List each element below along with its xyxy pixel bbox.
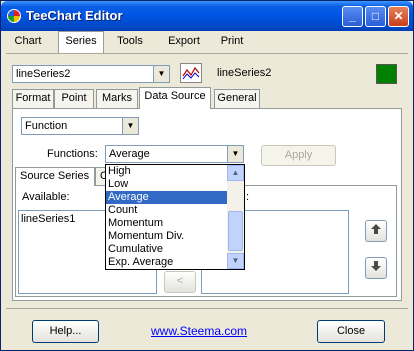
tab-source-series[interactable]: Source Series (15, 167, 95, 186)
chevron-down-icon[interactable]: ▼ (153, 66, 169, 82)
tab-chart[interactable]: Chart (8, 32, 48, 52)
tabs-divider (6, 53, 408, 54)
series-select-value: lineSeries2 (16, 68, 71, 80)
dropdown-item-momentum-div[interactable]: Momentum Div. (106, 230, 228, 243)
data-source-type-select[interactable]: Function ▼ (21, 117, 139, 135)
apply-button[interactable]: Apply (261, 145, 336, 166)
tab-export[interactable]: Export (162, 32, 206, 52)
move-up-button[interactable] (365, 220, 387, 242)
functions-select-value: Average (109, 148, 150, 160)
series-name-label: lineSeries2 (217, 67, 272, 79)
teechart-app-icon (7, 9, 21, 23)
dropdown-item-high[interactable]: High (106, 165, 228, 178)
teechart-editor-window: TeeChart Editor _ □ ✕ Chart Series Tools… (0, 0, 414, 351)
series-select[interactable]: lineSeries2 ▼ (12, 65, 170, 83)
tab-tools[interactable]: Tools (110, 32, 150, 52)
dropdown-scrollbar[interactable]: ▲ ▼ (227, 165, 244, 269)
close-window-button[interactable]: ✕ (388, 6, 409, 27)
tab-series[interactable]: Series (58, 31, 104, 53)
scroll-down-icon[interactable]: ▼ (227, 253, 244, 269)
tab-marks[interactable]: Marks (96, 89, 138, 108)
footer-divider (6, 308, 408, 309)
dropdown-item-cumulative[interactable]: Cumulative (106, 243, 228, 256)
arrow-up-icon (371, 224, 381, 234)
move-left-button[interactable]: < (164, 271, 196, 293)
chevron-down-icon[interactable]: ▼ (227, 146, 243, 162)
title-bar[interactable]: TeeChart Editor _ □ ✕ (1, 1, 413, 31)
steema-link[interactable]: www.Steema.com (151, 324, 247, 338)
tab-print[interactable]: Print (212, 32, 252, 52)
window-title: TeeChart Editor (26, 8, 123, 23)
functions-select[interactable]: Average ▼ (105, 145, 244, 163)
help-button[interactable]: Help... (32, 320, 99, 343)
arrow-down-icon (371, 261, 381, 271)
chevron-down-icon[interactable]: ▼ (122, 118, 138, 134)
data-source-type-value: Function (25, 120, 68, 132)
series-color-swatch[interactable] (376, 64, 397, 84)
selected-label: : (246, 191, 250, 203)
tab-format[interactable]: Format (12, 89, 54, 108)
scrollbar-thumb[interactable] (228, 211, 243, 251)
dropdown-item-momentum[interactable]: Momentum (106, 217, 228, 230)
functions-dropdown-list[interactable]: High Low Average Count Momentum Momentum… (105, 164, 245, 270)
maximize-button[interactable]: □ (365, 6, 386, 27)
close-button[interactable]: Close (317, 320, 385, 343)
move-down-button[interactable] (365, 257, 387, 279)
tab-data-source[interactable]: Data Source (139, 87, 211, 109)
line-series-icon[interactable] (180, 63, 202, 83)
dropdown-item-low[interactable]: Low (106, 178, 228, 191)
dropdown-item-count[interactable]: Count (106, 204, 228, 217)
minimize-button[interactable]: _ (342, 6, 363, 27)
tab-general[interactable]: General (214, 89, 260, 108)
tab-point[interactable]: Point (54, 89, 94, 108)
functions-label: Functions: (47, 148, 98, 160)
available-label: Available: (22, 191, 70, 203)
functions-dropdown-items: High Low Average Count Momentum Momentum… (106, 165, 228, 269)
dropdown-item-average[interactable]: Average (106, 191, 228, 204)
dropdown-item-exp-average[interactable]: Exp. Average (106, 256, 228, 269)
scroll-up-icon[interactable]: ▲ (227, 165, 244, 181)
